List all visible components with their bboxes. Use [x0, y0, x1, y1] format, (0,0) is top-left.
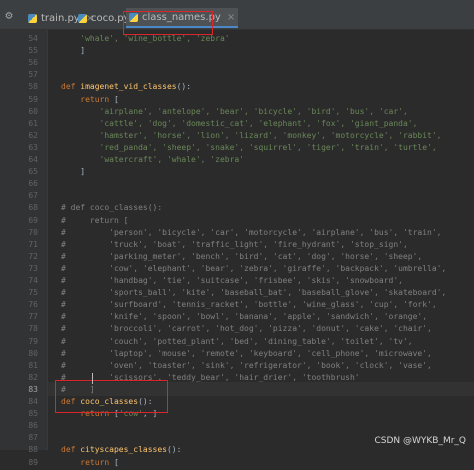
code-token: ():: [176, 82, 192, 92]
code-token: # 'surfboard', 'tennis_racket', 'bottle'…: [61, 300, 437, 310]
code-token: # 'laptop', 'mouse', 'remote', 'keyboard…: [61, 348, 432, 358]
code-token: 'airplane', 'antelope', 'bear', 'bicycle…: [61, 106, 408, 116]
code-token: [: [113, 94, 119, 104]
tab-label: train.py: [41, 12, 80, 24]
code-token: # 'broccoli', 'carrot', 'hot_dog', 'pizz…: [61, 324, 432, 334]
code-token: 'watercraft', 'whale', 'zebra': [61, 155, 245, 164]
code-token: # 'oven', 'toaster', 'sink', 'refrigerat…: [61, 360, 432, 370]
code-token: # 'sports_ball', 'kite', 'baseball_bat',…: [61, 288, 447, 298]
editor-tab-bar: ⚙ train.py × coco.py × class_names.py ×: [0, 0, 474, 30]
code-token: # 'cow', 'elephant', 'bear', 'zebra', 'g…: [61, 263, 447, 273]
code-token: 'red_panda', 'sheep', 'snake', 'squirrel…: [61, 142, 437, 152]
code-token: # 'truck', 'boat', 'traffic_light', 'fir…: [61, 239, 408, 249]
code-token: # 'person', 'bicycle', 'car', 'motorcycl…: [61, 227, 442, 237]
code-token: def: [61, 82, 81, 92]
code-token: return: [61, 94, 114, 104]
code-token: ]: [61, 167, 86, 177]
code-token: # 'knife', 'spoon', 'bowl', 'banana', 'a…: [61, 312, 428, 322]
code-token: return: [61, 457, 114, 467]
watermark: CSDN @WYKB_Mr_Q: [374, 436, 466, 446]
code-token: # 'couch', 'potted_plant', 'bed', 'dinin…: [61, 336, 413, 346]
code-text: return [: [61, 456, 119, 470]
gear-icon[interactable]: ⚙: [2, 8, 16, 22]
line-number: 89: [28, 457, 38, 467]
code-token: # return [: [61, 215, 129, 225]
code-token: 'whale', 'wine_bottle', 'zebra': [61, 34, 230, 43]
code-token: # def coco_classes():: [61, 203, 163, 213]
text-caret: [92, 373, 93, 384]
code-token: 'hamster', 'horse', 'lion', 'lizard', 'm…: [61, 130, 442, 140]
code-token: # 'handbag', 'tie', 'suitcase', 'frisbee…: [61, 276, 403, 285]
code-token: 'cattle', 'dog', 'domestic_cat', 'elepha…: [61, 118, 418, 128]
python-file-icon: [78, 13, 87, 23]
highlight-box-coco-classes: [55, 380, 168, 413]
code-token: [: [113, 457, 119, 467]
code-line[interactable]: 89 return [: [0, 456, 474, 470]
code-token: # 'parking_meter', 'bench', 'bird', 'cat…: [61, 251, 423, 261]
code-token: ]: [61, 46, 86, 56]
close-icon[interactable]: ×: [227, 12, 235, 23]
python-file-icon: [28, 13, 37, 23]
code-token: imagenet_vid_classes: [80, 82, 177, 92]
